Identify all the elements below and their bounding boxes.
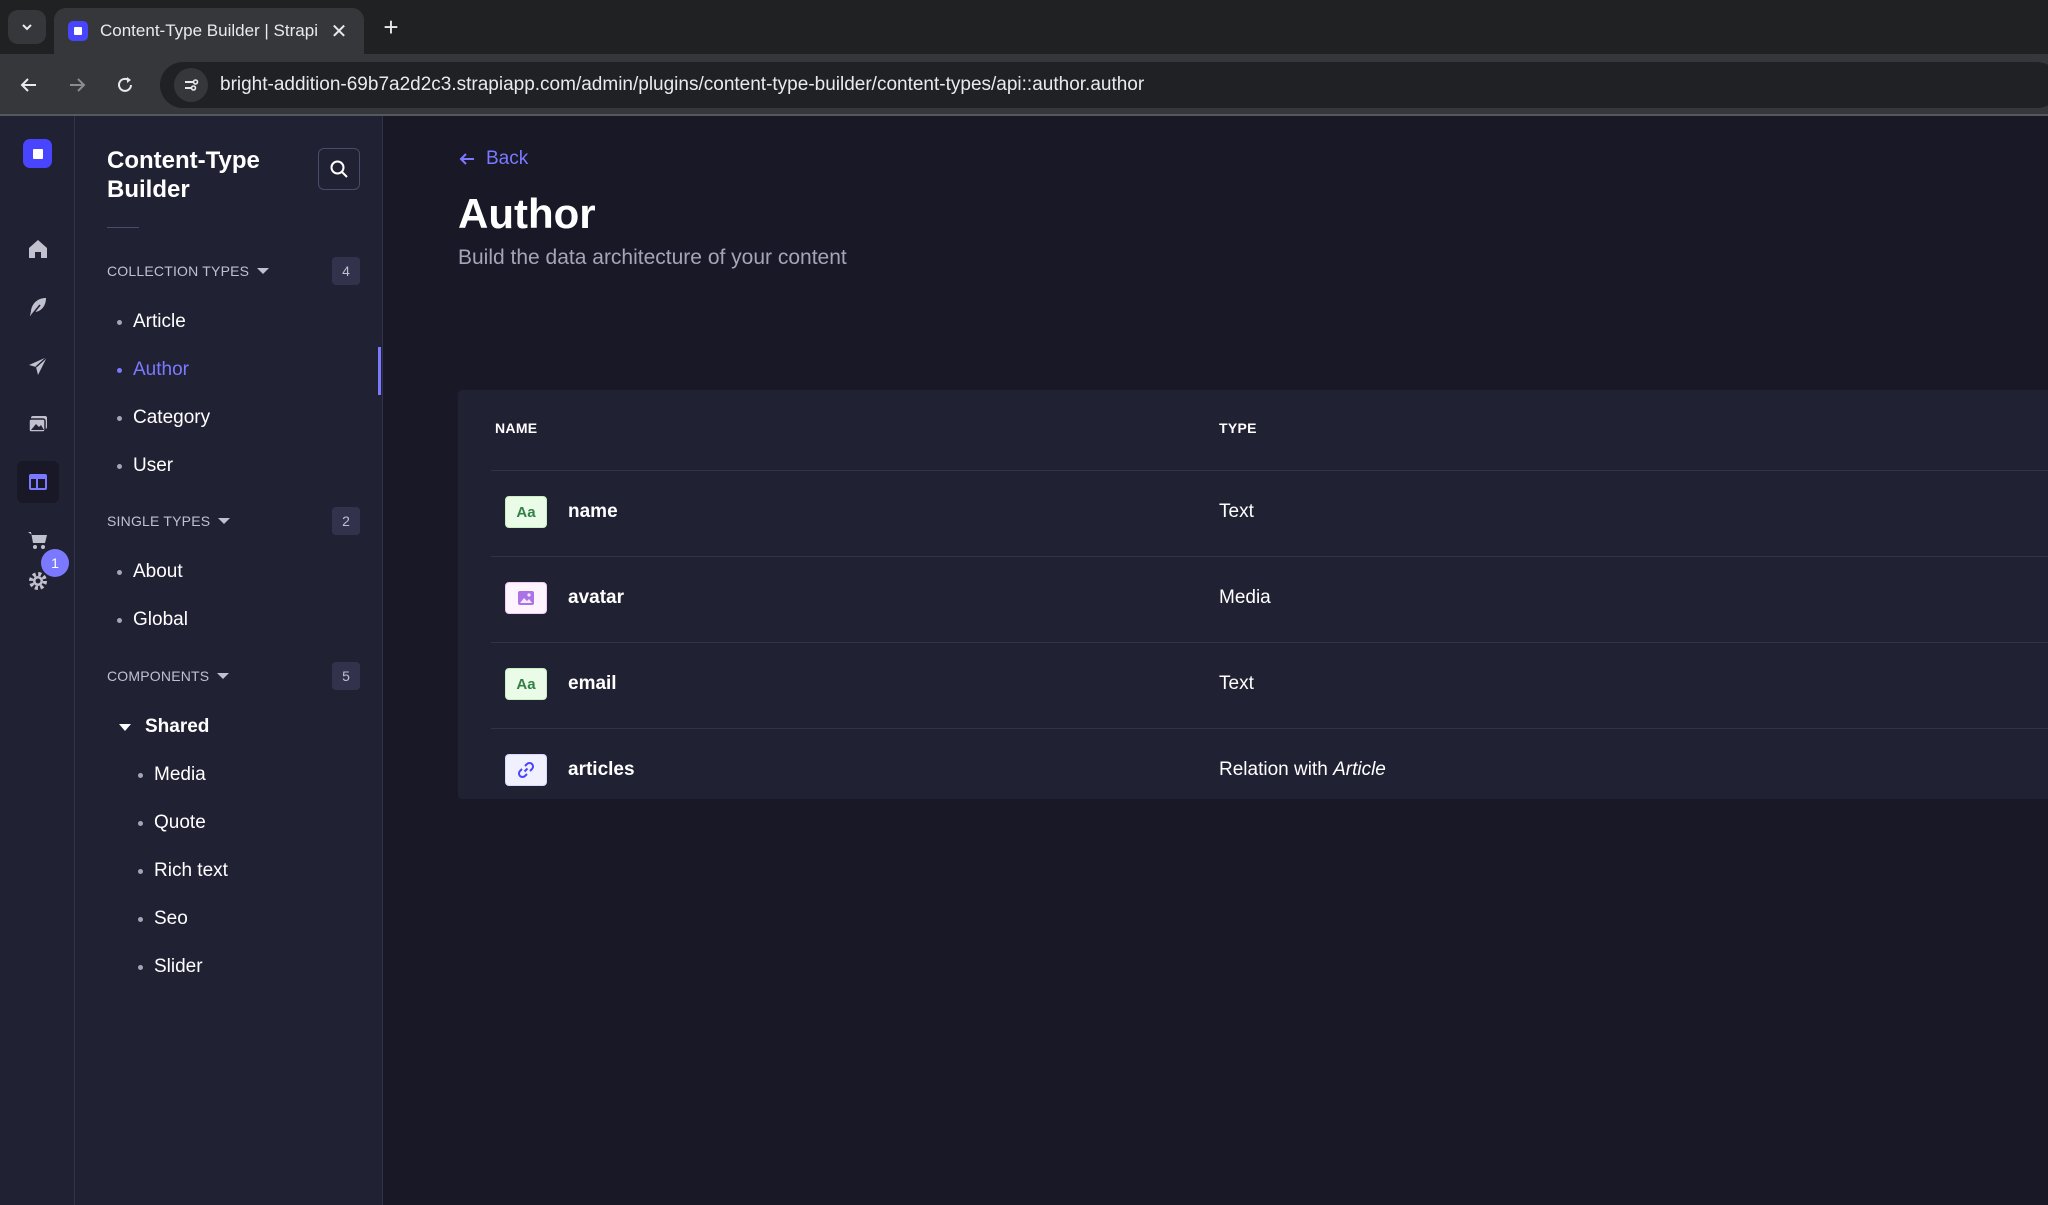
chevron-down-icon [22, 24, 32, 31]
nav-item-media[interactable]: Media [138, 761, 206, 789]
subnav-divider [107, 227, 139, 228]
home-nav-item[interactable] [17, 228, 59, 270]
new-tab-button[interactable]: + [376, 12, 406, 42]
table-row[interactable]: avatar Media [491, 556, 2048, 642]
media-library-nav-item[interactable] [17, 403, 59, 445]
images-icon [28, 416, 47, 433]
collection-types-count: 4 [332, 257, 360, 285]
collection-types-label: COLLECTION TYPES [107, 263, 250, 279]
main-nav-rail: 1 [0, 116, 75, 1205]
browser-toolbar: bright-addition-69b7a2d2c3.strapiapp.com… [0, 54, 2048, 116]
back-nav-button[interactable] [12, 68, 46, 102]
field-name: avatar [568, 587, 624, 608]
subnav-title: Content-Type Builder [107, 147, 260, 203]
forward-nav-button[interactable] [60, 68, 94, 102]
reload-icon [118, 77, 132, 92]
field-type: Text [1219, 673, 1254, 694]
back-link[interactable]: Back [458, 148, 528, 170]
nav-item-seo[interactable]: Seo [138, 905, 188, 933]
nav-item-category[interactable]: Category [117, 404, 210, 432]
page-subtitle: Build the data architecture of your cont… [458, 246, 847, 269]
search-icon [330, 160, 348, 178]
main-content: Back Author Build the data architecture … [383, 116, 2048, 1205]
components-toggle[interactable]: COMPONENTS [107, 662, 230, 690]
layout-icon [29, 474, 47, 490]
media-icon [505, 582, 547, 614]
collection-types-toggle[interactable]: COLLECTION TYPES [107, 257, 270, 285]
tab-search-button[interactable] [8, 10, 46, 44]
content-type-builder-subnav: Content-Type Builder COLLECTION TYPES 4 … [75, 116, 383, 1205]
components-label: COMPONENTS [107, 668, 210, 684]
field-name: email [568, 673, 617, 694]
nav-item-global[interactable]: Global [117, 606, 188, 634]
field-name: articles [568, 759, 635, 780]
field-name: name [568, 501, 618, 522]
shopping-cart-icon [28, 532, 47, 549]
browser-tab[interactable]: Content-Type Builder | Strapi ✕ [54, 8, 364, 54]
nav-item-rich-text[interactable]: Rich text [138, 857, 228, 885]
site-info-icon[interactable] [174, 68, 208, 102]
text-icon: Aa [505, 496, 547, 528]
browser-tab-bar: Content-Type Builder | Strapi ✕ + [0, 0, 2048, 54]
table-row[interactable]: articles Relation with Article [491, 728, 2048, 814]
nav-item-user[interactable]: User [117, 452, 173, 480]
arrow-left-icon [459, 153, 474, 165]
caret-down-icon [257, 268, 270, 274]
nav-item-quote[interactable]: Quote [138, 809, 206, 837]
strapi-favicon-icon [68, 21, 88, 41]
strapi-logo-icon[interactable] [23, 139, 52, 168]
component-group-shared[interactable]: Shared [119, 713, 209, 741]
arrow-right-icon [70, 78, 86, 92]
field-type: Relation with Article [1219, 759, 1386, 781]
relation-target: Article [1333, 759, 1386, 780]
back-label: Back [486, 148, 529, 169]
caret-down-icon [217, 673, 230, 679]
content-type-builder-nav-item[interactable] [17, 461, 59, 503]
url-text: bright-addition-69b7a2d2c3.strapiapp.com… [220, 74, 1145, 95]
address-bar[interactable]: bright-addition-69b7a2d2c3.strapiapp.com… [160, 62, 2048, 108]
reload-button[interactable] [108, 68, 142, 102]
field-type: Media [1219, 587, 1271, 608]
feather-icon [30, 298, 46, 317]
table-row[interactable]: Aa name Text [491, 470, 2048, 556]
single-types-toggle[interactable]: SINGLE TYPES [107, 507, 231, 535]
text-icon: Aa [505, 668, 547, 700]
caret-down-icon [119, 723, 131, 731]
column-header-name: NAME [495, 420, 538, 436]
column-header-type: TYPE [1219, 420, 1257, 436]
relation-icon [505, 754, 547, 786]
home-icon [29, 240, 47, 258]
paper-plane-icon [29, 356, 48, 375]
single-types-count: 2 [332, 507, 360, 535]
arrow-left-icon [20, 78, 36, 92]
table-row[interactable]: Aa email Text [491, 642, 2048, 728]
deploy-nav-item[interactable] [17, 345, 59, 387]
active-item-indicator [378, 347, 381, 395]
close-tab-icon[interactable]: ✕ [328, 20, 350, 43]
subnav-search-button[interactable] [318, 148, 360, 190]
fields-table: NAME TYPE Aa name Text avatar Media Aa e… [458, 390, 2048, 799]
single-types-label: SINGLE TYPES [107, 513, 211, 529]
field-type: Text [1219, 501, 1254, 522]
tab-title: Content-Type Builder | Strapi [100, 21, 318, 40]
page-title: Author [458, 190, 596, 237]
components-count: 5 [332, 662, 360, 690]
nav-item-slider[interactable]: Slider [138, 953, 203, 981]
nav-item-author[interactable]: Author [117, 356, 189, 384]
content-manager-nav-item[interactable] [17, 286, 59, 328]
nav-item-article[interactable]: Article [117, 308, 186, 336]
caret-down-icon [218, 518, 231, 524]
relation-prefix: Relation with [1219, 759, 1328, 780]
nav-item-about[interactable]: About [117, 558, 183, 586]
settings-notification-badge: 1 [41, 549, 69, 577]
